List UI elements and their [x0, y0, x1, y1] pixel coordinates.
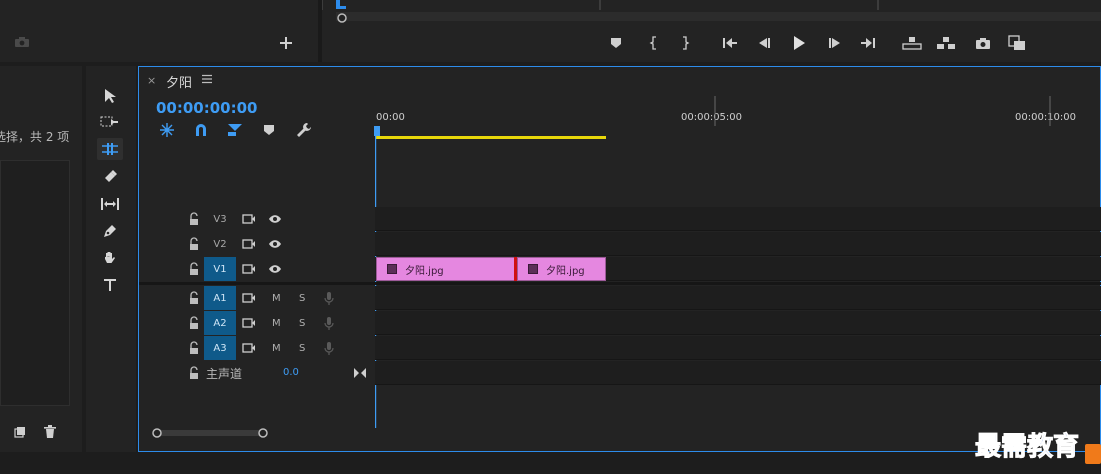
slip-tool[interactable] — [97, 193, 123, 215]
close-icon[interactable]: × — [147, 74, 156, 87]
eye-icon[interactable] — [268, 213, 282, 225]
extract-button[interactable] — [936, 36, 956, 50]
lock-icon[interactable] — [187, 262, 201, 276]
timeline-zoom-scrollbar[interactable] — [150, 427, 270, 439]
pen-tool[interactable] — [97, 220, 123, 242]
track-a3[interactable]: A3 M S — [139, 336, 1101, 360]
track-name-a1[interactable]: A1 — [204, 286, 236, 310]
microphone-icon[interactable] — [324, 341, 334, 355]
track-v1[interactable]: V1 — [139, 257, 1101, 281]
go-to-out-button[interactable] — [860, 36, 876, 50]
export-frame-button[interactable] — [975, 36, 991, 50]
lock-icon[interactable] — [187, 237, 201, 251]
bin-content-area[interactable] — [0, 160, 70, 406]
track-master[interactable]: 主声道 0.0 — [139, 361, 1101, 385]
watermark-text: 最需教育 — [974, 432, 1080, 463]
microphone-icon[interactable] — [324, 291, 334, 305]
camera-icon[interactable] — [14, 36, 30, 48]
lock-icon[interactable] — [187, 341, 201, 355]
track-name-v1[interactable]: V1 — [204, 257, 236, 281]
sequence-tab[interactable]: 夕阳 — [166, 72, 192, 91]
track-select-tool[interactable] — [97, 111, 123, 133]
timecode-display[interactable]: 00:00:00:00 — [156, 99, 258, 117]
track-v3[interactable]: V3 — [139, 207, 1101, 231]
lock-icon[interactable] — [187, 212, 201, 226]
clip-sunset-1[interactable]: 夕阳.jpg — [376, 257, 515, 281]
solo-button[interactable]: S — [299, 336, 305, 360]
watermark-logo: 最需教育 — [974, 424, 1101, 464]
solo-button[interactable]: S — [299, 286, 305, 310]
video-audio-divider[interactable] — [139, 282, 1101, 285]
new-item-icon[interactable] — [14, 426, 26, 438]
watermark-badge — [1085, 444, 1101, 464]
lock-icon[interactable] — [187, 366, 201, 380]
lift-button[interactable] — [902, 36, 922, 50]
track-a1[interactable]: A1 M S — [139, 286, 1101, 310]
lock-icon[interactable] — [187, 316, 201, 330]
sync-lock-icon[interactable] — [242, 342, 256, 354]
track-v2[interactable]: V2 — [139, 232, 1101, 256]
project-panel-top — [0, 0, 318, 62]
time-ruler[interactable] — [375, 96, 1101, 142]
wrench-icon[interactable] — [296, 122, 312, 138]
step-forward-button[interactable] — [828, 36, 842, 50]
track-name-a2[interactable]: A2 — [204, 311, 236, 335]
mute-button[interactable]: M — [272, 286, 281, 310]
razor-tool[interactable] — [97, 166, 123, 188]
hand-tool[interactable] — [97, 247, 123, 269]
track-name-v3[interactable]: V3 — [204, 207, 236, 231]
master-track-label: 主声道 — [206, 367, 243, 381]
track-name-v2[interactable]: V2 — [204, 232, 236, 256]
master-volume-value[interactable]: 0.0 — [283, 367, 299, 378]
clip-label: 夕阳.jpg — [405, 265, 444, 277]
step-back-button[interactable] — [757, 36, 771, 50]
selection-tool[interactable] — [97, 85, 123, 107]
master-goto-icon[interactable] — [354, 368, 366, 378]
mute-button[interactable]: M — [272, 336, 281, 360]
sync-lock-icon[interactable] — [242, 292, 256, 304]
monitor-ruler[interactable] — [322, 0, 1101, 26]
eye-icon[interactable] — [268, 238, 282, 250]
transport-bar — [600, 32, 1040, 54]
fx-badge-icon — [528, 264, 538, 274]
linked-selection-icon[interactable] — [227, 122, 243, 138]
play-button[interactable] — [792, 35, 806, 51]
track-name-a3[interactable]: A3 — [204, 336, 236, 360]
mute-button[interactable]: M — [272, 311, 281, 335]
ripple-edit-tool[interactable] — [97, 138, 123, 160]
nest-sequence-icon[interactable] — [159, 122, 175, 138]
sync-lock-icon[interactable] — [242, 238, 256, 250]
panel-menu-icon[interactable] — [202, 74, 212, 84]
sync-lock-icon[interactable] — [242, 263, 256, 275]
sync-lock-icon[interactable] — [242, 213, 256, 225]
clip-sunset-2[interactable]: 夕阳.jpg — [517, 257, 606, 281]
microphone-icon[interactable] — [324, 316, 334, 330]
go-to-in-button[interactable] — [722, 36, 738, 50]
sync-lock-icon[interactable] — [242, 317, 256, 329]
track-a2[interactable]: A2 M S — [139, 311, 1101, 335]
clip-label: 夕阳.jpg — [546, 265, 585, 277]
add-icon[interactable] — [280, 37, 292, 49]
type-tool[interactable] — [97, 274, 123, 296]
eye-icon[interactable] — [268, 263, 282, 275]
mark-out-button[interactable] — [680, 36, 690, 50]
add-marker-button[interactable] — [610, 37, 622, 49]
add-marker-icon[interactable] — [263, 124, 279, 140]
mark-in-button[interactable] — [649, 36, 659, 50]
fx-badge-icon — [387, 264, 397, 274]
compare-view-button[interactable] — [1008, 35, 1026, 51]
snap-magnet-icon[interactable] — [193, 122, 209, 138]
selection-count: 选择，共 2 项 — [0, 130, 70, 144]
solo-button[interactable]: S — [299, 311, 305, 335]
trash-icon[interactable] — [44, 425, 56, 438]
lock-icon[interactable] — [187, 291, 201, 305]
